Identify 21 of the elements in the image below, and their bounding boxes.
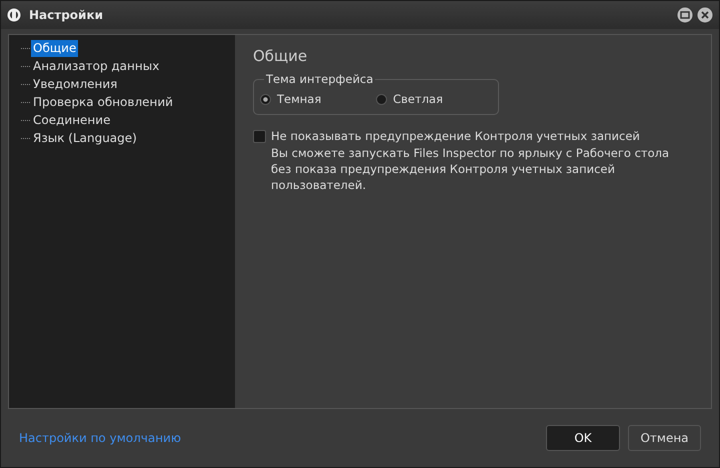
- close-icon[interactable]: [697, 7, 713, 23]
- cancel-button[interactable]: Отмена: [628, 425, 701, 451]
- tree-item[interactable]: Уведомления: [31, 76, 120, 92]
- tree-item[interactable]: Проверка обновлений: [31, 94, 175, 110]
- tree-item[interactable]: Соединение: [31, 112, 112, 128]
- tree-item[interactable]: Язык (Language): [31, 130, 139, 146]
- app-logo-icon: [7, 8, 21, 22]
- checkbox-label: Не показывать предупреждение Контроля учетных записей: [271, 129, 640, 143]
- ok-button[interactable]: OK: [546, 425, 620, 451]
- maximize-icon[interactable]: [677, 7, 693, 23]
- radio-button[interactable]: [376, 94, 387, 104]
- description-text: Вы сможете запускать Files Inspector по ярлыку с Рабочего стола без показа предупреждения Контроля учетных записей пользователей.: [271, 145, 670, 193]
- window-title: Настройки: [29, 8, 104, 22]
- radio-label: Темная: [277, 92, 322, 106]
- radio-label: Светлая: [393, 92, 443, 106]
- checkbox[interactable]: [253, 130, 266, 142]
- group-legend: Тема интерфейса: [264, 72, 376, 86]
- radio-button[interactable]: [260, 94, 271, 104]
- page-heading: Общие: [253, 47, 308, 65]
- tree-item[interactable]: Анализатор данных: [31, 58, 162, 74]
- tree-item[interactable]: Общие: [31, 40, 78, 56]
